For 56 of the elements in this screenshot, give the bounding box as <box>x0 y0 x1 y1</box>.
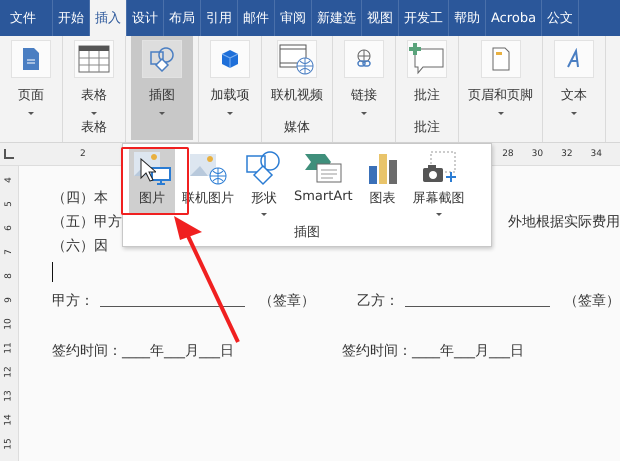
ribbon-button[interactable]: 文本 <box>548 36 600 142</box>
paragraph-text: 外地根据实际费用 <box>508 213 620 231</box>
comment-icon <box>409 43 445 75</box>
seal-label: （签章） <box>259 292 315 310</box>
ruler-number: 5 <box>4 201 14 207</box>
mouse-pointer-icon <box>140 158 156 182</box>
ribbon-button[interactable]: 页面 <box>5 36 57 142</box>
page-icon <box>21 47 41 71</box>
ruler-number: 12 <box>4 366 14 378</box>
document-icon <box>490 47 510 71</box>
ribbon-button[interactable]: 插图 <box>131 36 193 140</box>
ruler-number: 2 <box>80 149 86 159</box>
dropdown-item[interactable]: SmartArt <box>291 148 356 214</box>
paragraph-text: （五）甲方 <box>52 213 122 231</box>
ruler-number: 9 <box>4 297 14 303</box>
dropdown-item[interactable]: 形状 <box>241 148 287 214</box>
dropdown-item[interactable]: 屏幕截图 <box>410 148 468 214</box>
group-label: 媒体 <box>284 119 310 137</box>
ribbon-button[interactable]: 链接 <box>338 36 390 142</box>
table-icon <box>78 45 110 73</box>
ruler-number: 6 <box>4 225 14 231</box>
ribbon-button[interactable]: 页眉和页脚 <box>464 36 537 142</box>
shapes-icon <box>149 46 175 72</box>
paragraph-text: （四）本 <box>52 189 108 207</box>
ruler-number: 15 <box>4 438 14 450</box>
dropdown-item[interactable]: 图片 <box>129 148 175 214</box>
ribbon-tab[interactable]: 插入 <box>90 0 127 36</box>
ruler-number: 34 <box>590 149 602 159</box>
cube-icon <box>219 48 241 70</box>
group-label: 插图 <box>293 224 321 242</box>
ruler-number: 13 <box>4 390 14 402</box>
text-cursor <box>52 262 53 282</box>
ribbon-button[interactable]: 联机视频 <box>267 36 327 118</box>
group-label: 批注 <box>414 119 440 137</box>
ruler-number: 8 <box>4 273 14 279</box>
ruler-number: 7 <box>4 249 14 255</box>
tab-stop-icon <box>4 149 14 159</box>
dropdown-item[interactable]: 图表 <box>360 148 406 214</box>
ribbon-button[interactable]: 批注 <box>401 36 453 118</box>
ruler-number: 11 <box>4 342 14 354</box>
seal-label: （签章） <box>564 292 620 310</box>
sign-date-text: 签约时间：____年___月___日 <box>342 342 524 360</box>
video-globe-icon <box>279 43 315 75</box>
ruler-number: 32 <box>561 149 573 159</box>
party-label: 甲方： <box>52 292 94 310</box>
group-label: 表格 <box>81 119 107 137</box>
paragraph-text: （六）因 <box>52 237 108 255</box>
ribbon-button[interactable]: 表格 <box>68 36 120 118</box>
sign-date-text: 签约时间：____年___月___日 <box>52 342 234 360</box>
ruler-number: 14 <box>4 414 14 426</box>
ruler-number: 30 <box>532 149 544 159</box>
party-label: 乙方： <box>357 292 399 310</box>
ruler-number: 10 <box>4 318 14 330</box>
ribbon-button[interactable]: 加载项 <box>204 36 256 142</box>
ruler-number: 28 <box>502 149 514 159</box>
ruler-number: 4 <box>4 177 14 183</box>
